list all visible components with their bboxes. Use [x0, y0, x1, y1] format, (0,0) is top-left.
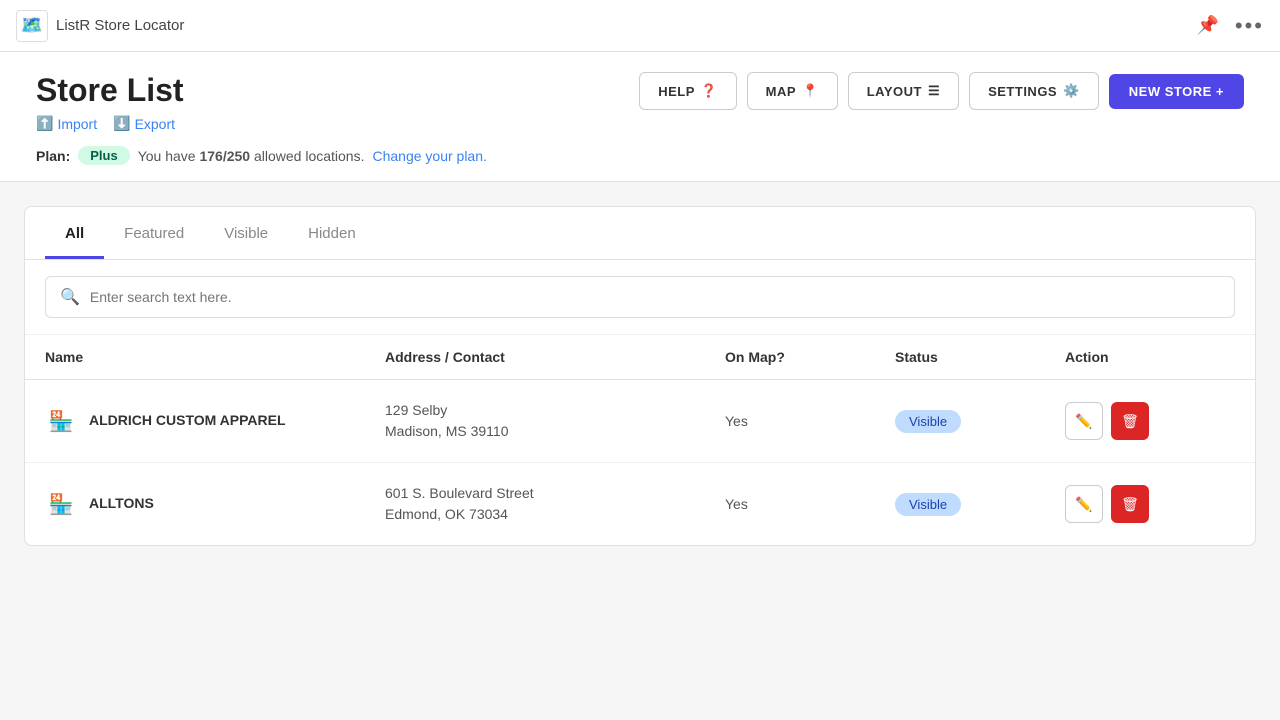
- import-icon: ⬆️: [36, 115, 53, 132]
- table-header: Name Address / Contact On Map? Status Ac…: [25, 335, 1255, 380]
- app-logo: 🗺️: [16, 10, 48, 42]
- layout-icon: ☰: [928, 83, 940, 99]
- export-icon: ⬇️: [113, 115, 130, 132]
- address-cell: 601 S. Boulevard Street Edmond, OK 73034: [385, 483, 725, 525]
- header-buttons: HELP ❓ MAP 📍 LAYOUT ☰ SETTINGS ⚙️ NEW ST…: [639, 72, 1244, 110]
- store-table: Name Address / Contact On Map? Status Ac…: [25, 335, 1255, 545]
- store-name-cell: 🏪 ALDRICH CUSTOM APPAREL: [45, 405, 385, 437]
- change-plan-link[interactable]: Change your plan.: [372, 148, 486, 164]
- address-line2: Edmond, OK 73034: [385, 504, 725, 525]
- tab-featured[interactable]: Featured: [104, 207, 204, 259]
- settings-icon: ⚙️: [1063, 83, 1080, 99]
- address-line2: Madison, MS 39110: [385, 421, 725, 442]
- search-wrap: 🔍: [25, 260, 1255, 335]
- store-icon: 🏪: [45, 405, 77, 437]
- tabs: All Featured Visible Hidden: [25, 207, 1255, 260]
- address-cell: 129 Selby Madison, MS 39110: [385, 400, 725, 442]
- layout-button[interactable]: LAYOUT ☰: [848, 72, 959, 110]
- action-cell: ✏️ 🗑: [1065, 485, 1235, 523]
- page-title: Store List: [36, 72, 184, 109]
- map-icon: 📍: [802, 83, 819, 99]
- on-map-cell: Yes: [725, 413, 895, 429]
- search-input[interactable]: [90, 289, 1220, 305]
- tab-all[interactable]: All: [45, 207, 104, 259]
- status-badge: Visible: [895, 493, 961, 516]
- store-name: ALDRICH CUSTOM APPAREL: [89, 411, 286, 431]
- page-header: Store List ⬆️ Import ⬇️ Export HELP ❓ MA…: [0, 52, 1280, 182]
- topbar-right: 📌 •••: [1196, 13, 1264, 39]
- edit-button[interactable]: ✏️: [1065, 402, 1103, 440]
- topbar-left: 🗺️ ListR Store Locator: [16, 10, 184, 42]
- help-button[interactable]: HELP ❓: [639, 72, 736, 110]
- plan-count: 176/250: [199, 148, 250, 164]
- address-line1: 601 S. Boulevard Street: [385, 483, 725, 504]
- search-icon: 🔍: [60, 287, 80, 307]
- page-title-section: Store List ⬆️ Import ⬇️ Export: [36, 72, 184, 132]
- page-action-links: ⬆️ Import ⬇️ Export: [36, 115, 184, 132]
- app-title: ListR Store Locator: [56, 17, 184, 34]
- map-button[interactable]: MAP 📍: [747, 72, 838, 110]
- more-options-icon[interactable]: •••: [1235, 13, 1264, 39]
- plan-label: Plan:: [36, 148, 70, 164]
- import-link[interactable]: ⬆️ Import: [36, 115, 97, 132]
- delete-button[interactable]: 🗑: [1111, 402, 1149, 440]
- table-row: 🏪 ALLTONS 601 S. Boulevard Street Edmond…: [25, 463, 1255, 545]
- status-cell: Visible: [895, 410, 1065, 433]
- col-on-map: On Map?: [725, 349, 895, 365]
- col-name: Name: [45, 349, 385, 365]
- topbar: 🗺️ ListR Store Locator 📌 •••: [0, 0, 1280, 52]
- search-box: 🔍: [45, 276, 1235, 318]
- store-name-cell: 🏪 ALLTONS: [45, 488, 385, 520]
- settings-button[interactable]: SETTINGS ⚙️: [969, 72, 1099, 110]
- on-map-cell: Yes: [725, 496, 895, 512]
- tab-visible[interactable]: Visible: [204, 207, 288, 259]
- address-line1: 129 Selby: [385, 400, 725, 421]
- col-action: Action: [1065, 349, 1235, 365]
- col-status: Status: [895, 349, 1065, 365]
- main-content: All Featured Visible Hidden 🔍 Name Addre…: [24, 206, 1256, 546]
- status-cell: Visible: [895, 493, 1065, 516]
- plan-bar: Plan: Plus You have 176/250 allowed loca…: [36, 146, 1244, 165]
- delete-button[interactable]: 🗑: [1111, 485, 1149, 523]
- plan-badge: Plus: [78, 146, 129, 165]
- table-row: 🏪 ALDRICH CUSTOM APPAREL 129 Selby Madis…: [25, 380, 1255, 463]
- edit-button[interactable]: ✏️: [1065, 485, 1103, 523]
- tab-hidden[interactable]: Hidden: [288, 207, 376, 259]
- action-cell: ✏️ 🗑: [1065, 402, 1235, 440]
- export-link[interactable]: ⬇️ Export: [113, 115, 175, 132]
- col-address: Address / Contact: [385, 349, 725, 365]
- help-icon: ❓: [701, 83, 718, 99]
- status-badge: Visible: [895, 410, 961, 433]
- store-name: ALLTONS: [89, 494, 154, 514]
- plan-description: You have 176/250 allowed locations.: [138, 148, 365, 164]
- new-store-button[interactable]: NEW STORE +: [1109, 74, 1244, 109]
- store-icon: 🏪: [45, 488, 77, 520]
- pin-icon[interactable]: 📌: [1196, 15, 1218, 36]
